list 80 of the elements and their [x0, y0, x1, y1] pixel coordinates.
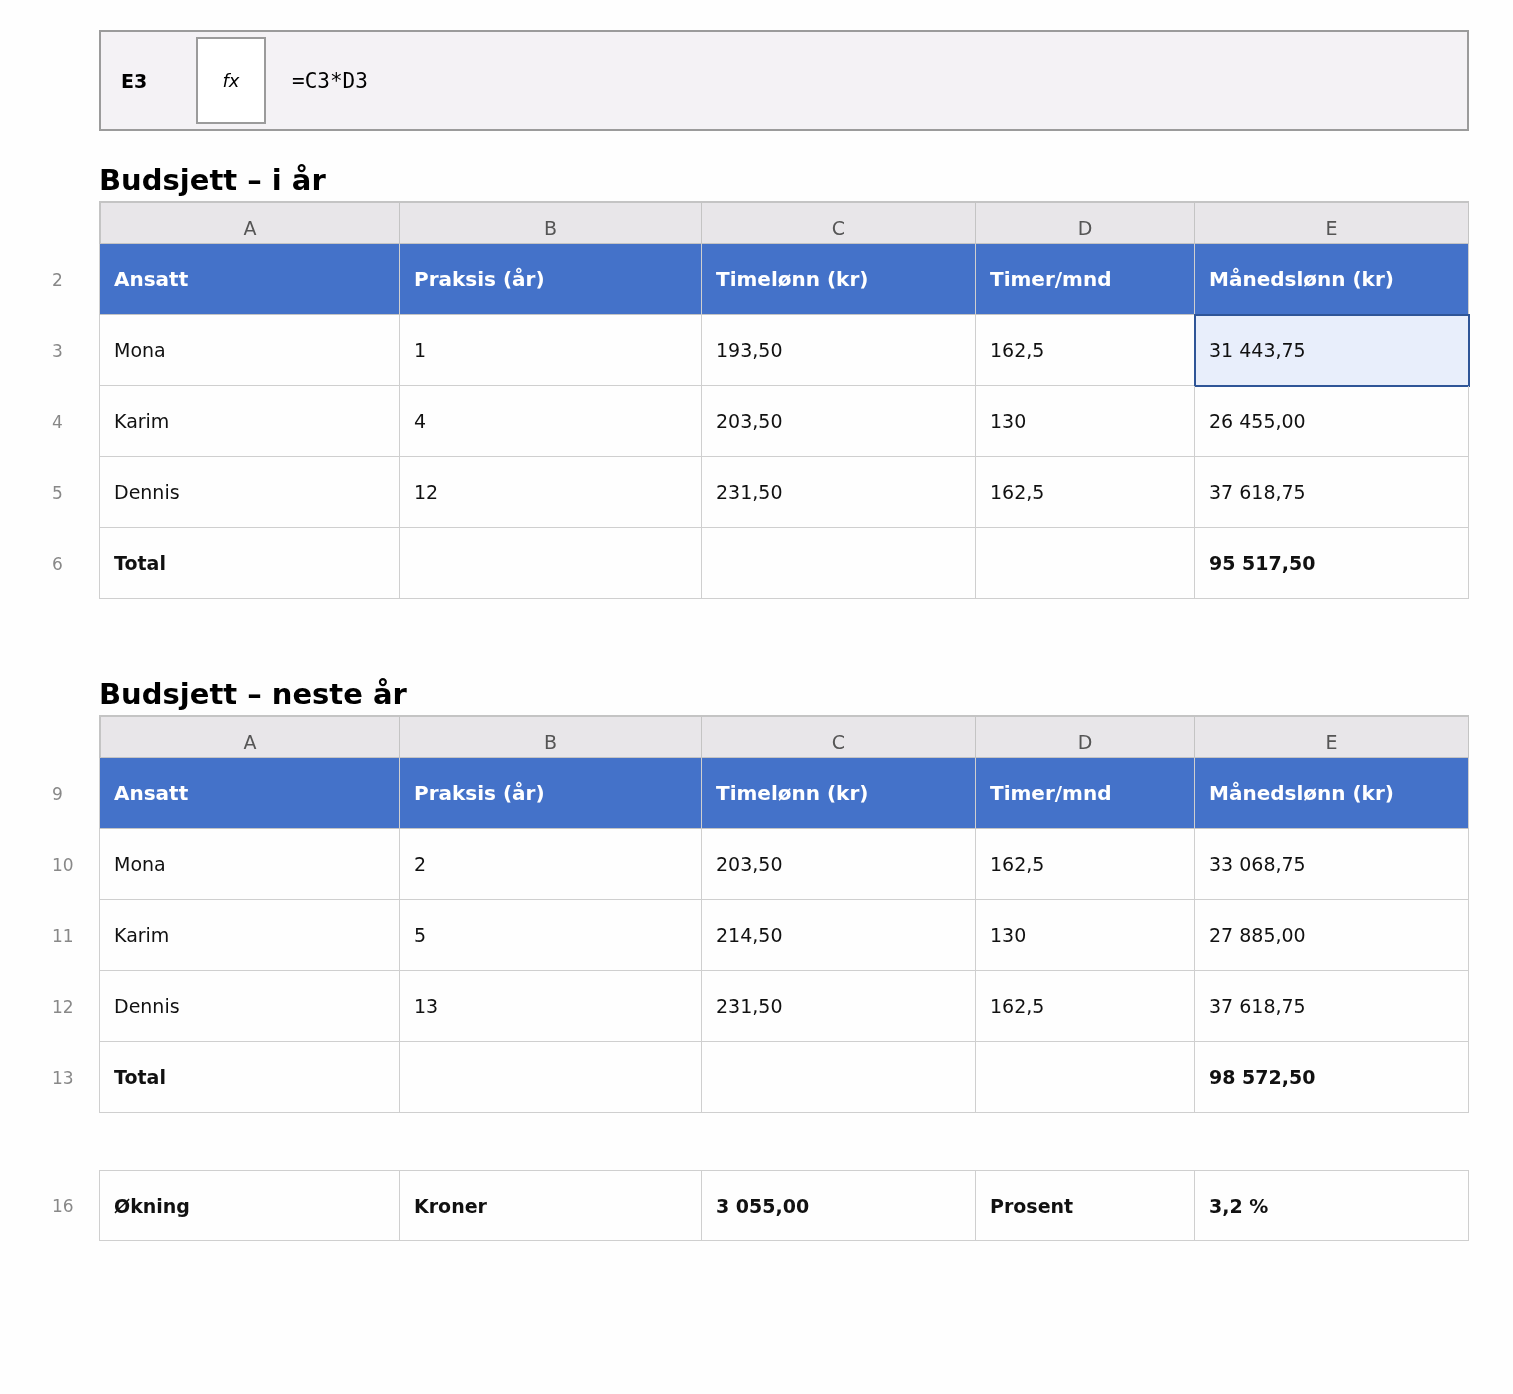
row-number[interactable]: 12	[0, 971, 99, 1042]
table-cell[interactable]: 37 618,75	[1195, 457, 1469, 528]
header-cell[interactable]: Månedslønn (kr)	[1195, 758, 1469, 829]
header-cell[interactable]: Månedslønn (kr)	[1195, 244, 1469, 315]
table-cell[interactable]: Total	[99, 1042, 400, 1113]
table-cell[interactable]: 12	[400, 457, 702, 528]
table-cell[interactable]: 231,50	[702, 457, 976, 528]
table-cell[interactable]	[400, 528, 702, 599]
table-cell[interactable]: Dennis	[99, 457, 400, 528]
row-number[interactable]: 10	[0, 829, 99, 900]
column-header[interactable]: D	[976, 201, 1195, 244]
table-cell[interactable]: Mona	[99, 829, 400, 900]
function-button[interactable]: fx	[196, 37, 266, 124]
column-header[interactable]: D	[976, 715, 1195, 758]
cell-reference: E3	[121, 69, 149, 92]
row-number[interactable]: 5	[0, 457, 99, 528]
header-cell[interactable]: Timer/mnd	[976, 758, 1195, 829]
formula-text: =C3*D3	[292, 68, 368, 93]
table-cell[interactable]: 193,50	[702, 315, 976, 386]
column-header[interactable]: B	[400, 715, 702, 758]
row-number[interactable]: 16	[0, 1170, 99, 1241]
table-cell[interactable]: 3 055,00	[702, 1170, 976, 1241]
table-cell[interactable]	[400, 1042, 702, 1113]
table-cell[interactable]: 4	[400, 386, 702, 457]
row-number[interactable]: 11	[0, 900, 99, 971]
table-cell[interactable]	[976, 528, 1195, 599]
row-number[interactable]: 2	[0, 244, 99, 315]
header-cell[interactable]: Timelønn (kr)	[702, 758, 976, 829]
column-header[interactable]: B	[400, 201, 702, 244]
header-cell[interactable]: Praksis (år)	[400, 244, 702, 315]
row-number[interactable]: 13	[0, 1042, 99, 1113]
column-header[interactable]: E	[1195, 715, 1469, 758]
table-cell[interactable]: 13	[400, 971, 702, 1042]
row-number[interactable]: 3	[0, 315, 99, 386]
table-cell[interactable]: 33 068,75	[1195, 829, 1469, 900]
table-cell[interactable]: 37 618,75	[1195, 971, 1469, 1042]
table-cell[interactable]	[702, 1042, 976, 1113]
header-cell[interactable]: Praksis (år)	[400, 758, 702, 829]
table-cell[interactable]: 31 443,75	[1195, 315, 1469, 386]
header-cell[interactable]: Timelønn (kr)	[702, 244, 976, 315]
table-cell[interactable]: 26 455,00	[1195, 386, 1469, 457]
table-cell[interactable]	[702, 528, 976, 599]
table-title: Budsjett – i år	[99, 163, 327, 197]
table-cell[interactable]	[976, 1042, 1195, 1113]
table-cell[interactable]: Karim	[99, 386, 400, 457]
table-cell[interactable]: Total	[99, 528, 400, 599]
table-cell[interactable]: Karim	[99, 900, 400, 971]
table-cell[interactable]: 1	[400, 315, 702, 386]
table-cell[interactable]: 162,5	[976, 829, 1195, 900]
column-header[interactable]: C	[702, 201, 976, 244]
table-cell[interactable]: 130	[976, 386, 1195, 457]
column-header[interactable]: E	[1195, 201, 1469, 244]
column-header[interactable]: C	[702, 715, 976, 758]
header-cell[interactable]: Ansatt	[99, 758, 400, 829]
table-cell[interactable]: 27 885,00	[1195, 900, 1469, 971]
table-cell[interactable]: 162,5	[976, 971, 1195, 1042]
table-cell[interactable]: Kroner	[400, 1170, 702, 1241]
row-number[interactable]: 6	[0, 528, 99, 599]
table-cell[interactable]: 98 572,50	[1195, 1042, 1469, 1113]
table-cell[interactable]: 95 517,50	[1195, 528, 1469, 599]
table-cell[interactable]: 5	[400, 900, 702, 971]
table-cell[interactable]: Økning	[99, 1170, 400, 1241]
table-cell[interactable]: 203,50	[702, 829, 976, 900]
header-cell[interactable]: Ansatt	[99, 244, 400, 315]
table-cell[interactable]: Prosent	[976, 1170, 1195, 1241]
row-number[interactable]: 9	[0, 758, 99, 829]
column-header[interactable]: A	[99, 201, 400, 244]
table-cell[interactable]: 2	[400, 829, 702, 900]
table-cell[interactable]: 231,50	[702, 971, 976, 1042]
header-cell[interactable]: Timer/mnd	[976, 244, 1195, 315]
row-number[interactable]: 4	[0, 386, 99, 457]
column-header[interactable]: A	[99, 715, 400, 758]
table-cell[interactable]: 203,50	[702, 386, 976, 457]
table-cell[interactable]: 3,2 %	[1195, 1170, 1469, 1241]
table-cell[interactable]: Mona	[99, 315, 400, 386]
table-cell[interactable]: Dennis	[99, 971, 400, 1042]
table-cell[interactable]: 130	[976, 900, 1195, 971]
table-cell[interactable]: 162,5	[976, 457, 1195, 528]
table-title: Budsjett – neste år	[99, 677, 408, 711]
table-cell[interactable]: 214,50	[702, 900, 976, 971]
